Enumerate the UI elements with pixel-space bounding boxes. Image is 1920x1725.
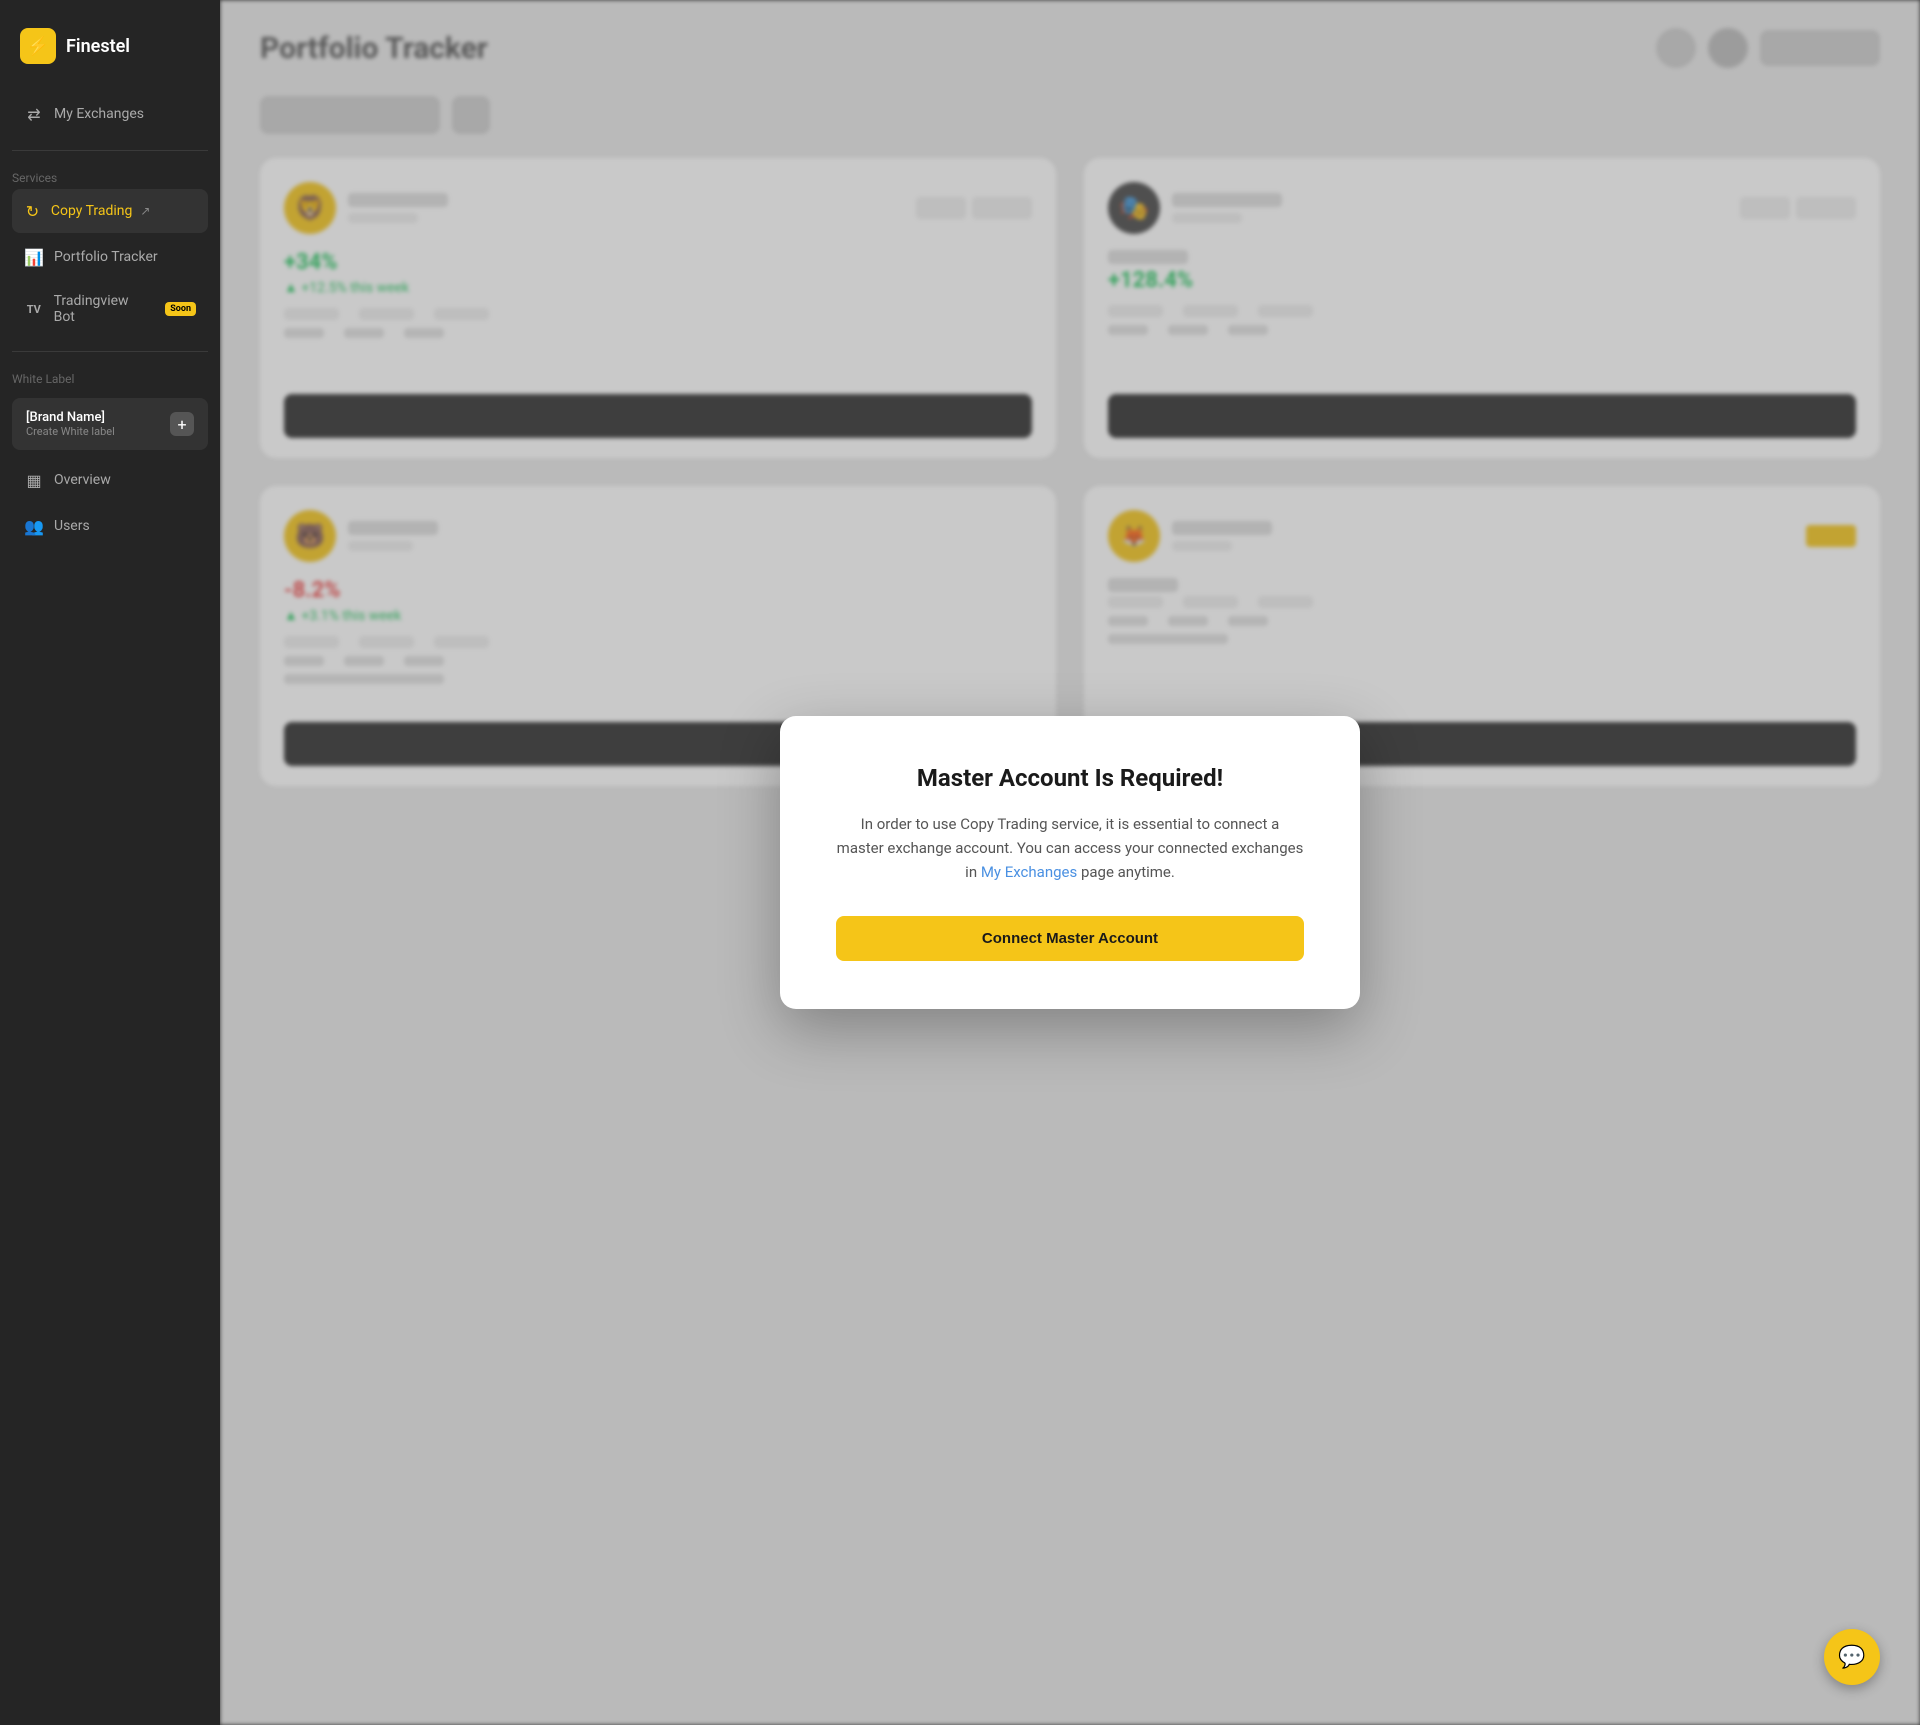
logo-text: Finestel: [66, 36, 130, 57]
my-exchanges-section: ⇄ My Exchanges: [0, 92, 220, 138]
white-label-nav-section: ▦ Overview 👥 Users: [0, 458, 220, 550]
portfolio-tracker-label: Portfolio Tracker: [54, 249, 158, 265]
white-label-box[interactable]: [Brand Name] Create White label +: [12, 398, 208, 450]
sidebar-item-users[interactable]: 👥 Users: [12, 504, 208, 548]
portfolio-tracker-icon: 📊: [24, 247, 44, 267]
chat-widget-button[interactable]: 💬: [1824, 1629, 1880, 1685]
copy-trading-icon: ↻: [24, 201, 41, 221]
white-label-sub: Create White label: [26, 425, 115, 438]
soon-badge: Soon: [165, 302, 196, 316]
sidebar-item-tradingview-bot[interactable]: TV Tradingview Bot Soon: [12, 281, 208, 337]
divider-2: [12, 351, 208, 352]
tradingview-bot-icon: TV: [24, 299, 44, 319]
copy-trading-label: Copy Trading: [51, 203, 133, 219]
external-link-icon: ↗: [140, 204, 150, 218]
modal-body-text-2: page anytime.: [1077, 863, 1175, 881]
services-section: ↻ Copy Trading ↗ 📊 Portfolio Tracker TV …: [0, 189, 220, 339]
logo[interactable]: ⚡ Finestel: [0, 0, 220, 92]
divider-1: [12, 150, 208, 151]
sidebar-item-my-exchanges[interactable]: ⇄ My Exchanges: [12, 92, 208, 136]
sidebar: ⚡ Finestel ⇄ My Exchanges Services ↻ Cop…: [0, 0, 220, 1725]
modal-my-exchanges-link[interactable]: My Exchanges: [981, 863, 1077, 881]
white-label-plus-button[interactable]: +: [170, 412, 194, 436]
logo-icon: ⚡: [20, 28, 56, 64]
chat-icon: 💬: [1838, 1645, 1865, 1670]
white-label-name: [Brand Name]: [26, 410, 115, 425]
sidebar-item-label: My Exchanges: [54, 106, 144, 122]
content-wrapper: Portfolio Tracker 🦁: [220, 0, 1920, 1725]
modal-title: Master Account Is Required!: [836, 764, 1304, 792]
connect-master-account-button[interactable]: Connect Master Account: [836, 916, 1304, 961]
sidebar-item-copy-trading[interactable]: ↻ Copy Trading ↗: [12, 189, 208, 233]
overview-icon: ▦: [24, 470, 44, 490]
sidebar-item-overview[interactable]: ▦ Overview: [12, 458, 208, 502]
my-exchanges-icon: ⇄: [24, 104, 44, 124]
users-label: Users: [54, 518, 90, 534]
sidebar-item-portfolio-tracker[interactable]: 📊 Portfolio Tracker: [12, 235, 208, 279]
users-icon: 👥: [24, 516, 44, 536]
white-label-text: [Brand Name] Create White label: [26, 410, 115, 438]
overview-label: Overview: [54, 472, 111, 488]
modal: Master Account Is Required! In order to …: [780, 716, 1360, 1009]
modal-body: In order to use Copy Trading service, it…: [836, 812, 1304, 884]
white-label-section-label: White Label: [0, 364, 220, 390]
modal-overlay: Master Account Is Required! In order to …: [220, 0, 1920, 1725]
copy-trading-label-row: Copy Trading ↗: [51, 203, 196, 219]
services-section-label: Services: [0, 163, 220, 189]
tradingview-bot-label: Tradingview Bot: [54, 293, 152, 325]
